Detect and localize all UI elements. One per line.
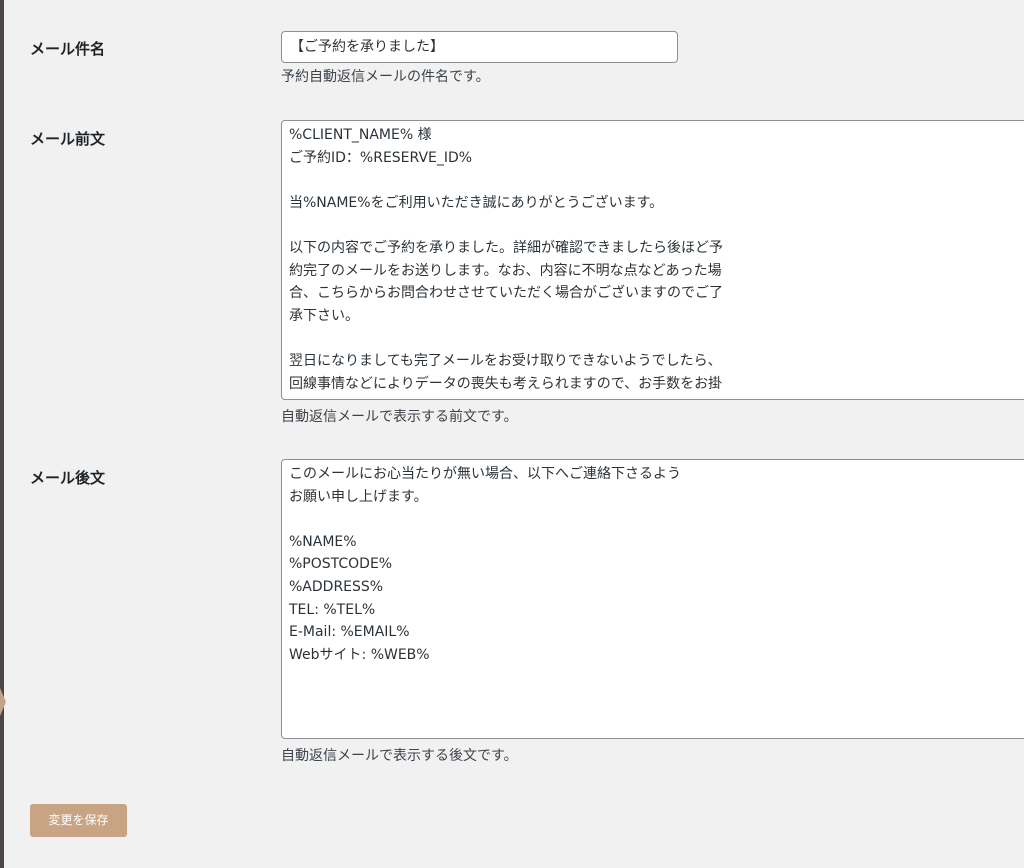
textarea-line: 約完了のメールをお送りします。なお、内容に不明な点などあった場: [289, 262, 722, 279]
textarea-line: このメールにお心当たりが無い場合、以下へご連絡下さるよう: [289, 466, 681, 482]
textarea-line: %ADDRESS%: [289, 578, 384, 595]
textarea-line: [289, 327, 1024, 350]
postscript-textarea[interactable]: このメールにお心当たりが無い場合、以下へご連絡下さるよう お願い申し上げます。 …: [281, 459, 1024, 739]
textarea-line: [289, 214, 1024, 237]
textarea-line: TEL: %TEL%: [289, 601, 376, 618]
save-changes-button[interactable]: 変更を保存: [30, 804, 127, 837]
admin-sidebar-edge: [0, 0, 4, 868]
sidebar-collapse-arrow-icon[interactable]: [0, 688, 6, 716]
preface-description: 自動返信メールで表示する前文です。: [281, 409, 518, 425]
textarea-line: お願い申し上げます。: [289, 488, 428, 505]
textarea-line: Webサイト: %WEB%: [289, 646, 430, 663]
preface-label: メール前文: [30, 130, 106, 148]
textarea-line: %CLIENT_NAME% 様: [289, 127, 432, 143]
textarea-line: [289, 508, 1024, 531]
textarea-line: E-Mail: %EMAIL%: [289, 624, 410, 641]
textarea-line: 承下さい。: [289, 307, 359, 324]
textarea-line: 翌日になりましても完了メールをお受け取りできないようでしたら、: [289, 352, 722, 369]
preface-textarea[interactable]: %CLIENT_NAME% 様 ご予約ID：%RESERVE_ID% 当%NAM…: [281, 120, 1024, 400]
textarea-line: 回線事情などによりデータの喪失も考えられますので、お手数をお掛: [289, 375, 723, 392]
textarea-line: %NAME%: [289, 533, 357, 550]
textarea-line: 合、こちらからお問合わせさせていただく場合がございますのでご了: [289, 285, 723, 302]
postscript-label: メール後文: [30, 469, 106, 487]
textarea-line: 当%NAME%をご利用いただき誠にありがとうございます。: [289, 194, 664, 211]
postscript-description: 自動返信メールで表示する後文です。: [281, 748, 518, 764]
textarea-line: [289, 169, 1024, 192]
textarea-line: ご予約ID：%RESERVE_ID%: [289, 149, 473, 166]
subject-label: メール件名: [30, 40, 106, 58]
subject-description: 予約自動返信メールの件名です。: [281, 69, 490, 85]
textarea-line: %POSTCODE%: [289, 556, 393, 573]
subject-input[interactable]: 【ご予約を承りました】: [281, 31, 678, 63]
textarea-line: 以下の内容でご予約を承りました。詳細が確認できましたら後ほど予: [289, 239, 723, 256]
